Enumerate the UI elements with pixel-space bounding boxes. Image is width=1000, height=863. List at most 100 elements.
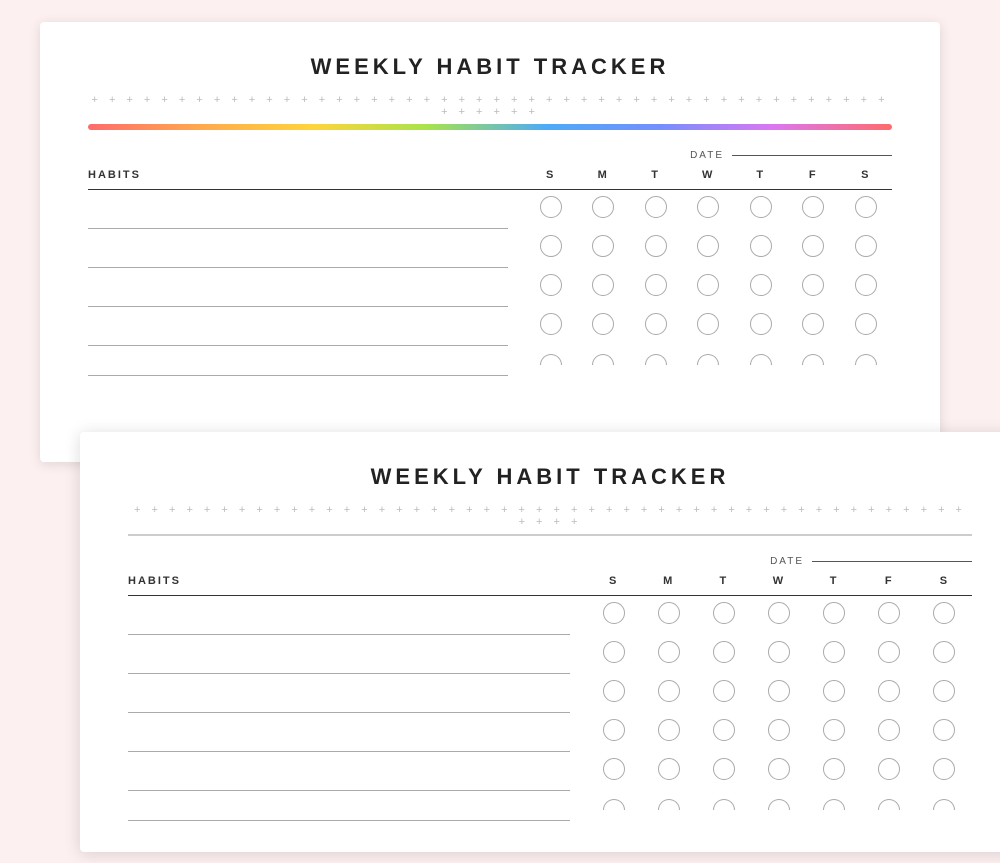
circle[interactable] [713,719,735,741]
circle[interactable] [823,602,845,624]
circle[interactable] [878,602,900,624]
circle[interactable] [697,196,719,218]
habit-line-cell [128,595,586,635]
date-label-front: DATE [770,556,804,567]
stack-container: WEEKLY HABIT TRACKER + + + + + + + + + +… [40,22,960,842]
circle[interactable] [713,602,735,624]
circle-cell[interactable] [524,189,577,229]
circle[interactable] [658,758,680,780]
circle[interactable] [878,680,900,702]
partial-circle[interactable] [658,799,680,810]
circle[interactable] [802,235,824,257]
circle[interactable] [802,274,824,296]
partial-circle[interactable] [750,354,772,365]
circle[interactable] [933,641,955,663]
circle[interactable] [540,196,562,218]
circle[interactable] [933,680,955,702]
circle-cell[interactable] [734,189,787,229]
circle[interactable] [802,196,824,218]
circle-cell[interactable] [629,189,682,229]
table-row [128,595,972,635]
circle[interactable] [768,680,790,702]
circle[interactable] [603,719,625,741]
circle[interactable] [823,719,845,741]
circle[interactable] [713,641,735,663]
partial-circle[interactable] [933,799,955,810]
circle[interactable] [592,196,614,218]
circle[interactable] [697,235,719,257]
header-t1-back: T [629,165,682,190]
circle[interactable] [823,758,845,780]
circle[interactable] [855,196,877,218]
circle[interactable] [645,235,667,257]
partial-circle[interactable] [768,799,790,810]
circle[interactable] [802,313,824,335]
partial-circle[interactable] [878,799,900,810]
partial-circle[interactable] [823,799,845,810]
header-m-front: M [641,571,696,596]
partial-circle[interactable] [855,354,877,365]
circle[interactable] [823,641,845,663]
circle[interactable] [713,758,735,780]
table-row [128,635,972,674]
circle[interactable] [658,680,680,702]
circle[interactable] [540,235,562,257]
circle[interactable] [540,274,562,296]
table-row [88,229,892,268]
circle[interactable] [855,274,877,296]
header-w-back: W [682,165,735,190]
circle[interactable] [768,719,790,741]
circle-cell[interactable] [839,189,892,229]
circle[interactable] [713,680,735,702]
partial-circle[interactable] [713,799,735,810]
circle[interactable] [658,719,680,741]
circle[interactable] [878,719,900,741]
circle[interactable] [603,641,625,663]
circle[interactable] [592,274,614,296]
table-row [128,791,972,821]
circle[interactable] [750,235,772,257]
circle[interactable] [855,313,877,335]
circle[interactable] [592,235,614,257]
circle[interactable] [933,719,955,741]
circle[interactable] [855,235,877,257]
circle[interactable] [603,758,625,780]
partial-circle[interactable] [697,354,719,365]
circle[interactable] [540,313,562,335]
partial-circle[interactable] [540,354,562,365]
circle[interactable] [768,602,790,624]
circle[interactable] [592,313,614,335]
partial-circle[interactable] [603,799,625,810]
partial-circle[interactable] [802,354,824,365]
circle[interactable] [750,313,772,335]
circle[interactable] [658,602,680,624]
circle[interactable] [603,680,625,702]
circle[interactable] [768,641,790,663]
circle[interactable] [768,758,790,780]
circle[interactable] [645,313,667,335]
table-row [88,346,892,376]
circle-cell[interactable] [577,189,630,229]
header-t2-back: T [734,165,787,190]
circle[interactable] [878,641,900,663]
partial-circle[interactable] [592,354,614,365]
circle[interactable] [933,758,955,780]
circle[interactable] [645,274,667,296]
circle[interactable] [750,274,772,296]
date-label-back: DATE [690,150,724,161]
circle[interactable] [603,602,625,624]
circle[interactable] [933,602,955,624]
circle[interactable] [645,196,667,218]
circle[interactable] [750,196,772,218]
circle[interactable] [658,641,680,663]
circle[interactable] [878,758,900,780]
circle[interactable] [697,313,719,335]
partial-circle[interactable] [645,354,667,365]
circle-cell[interactable] [787,189,840,229]
card-back: WEEKLY HABIT TRACKER + + + + + + + + + +… [40,22,940,462]
circle-cell[interactable] [682,189,735,229]
card-back-title: WEEKLY HABIT TRACKER [88,54,892,80]
circle[interactable] [697,274,719,296]
table-row [128,713,972,752]
circle[interactable] [823,680,845,702]
